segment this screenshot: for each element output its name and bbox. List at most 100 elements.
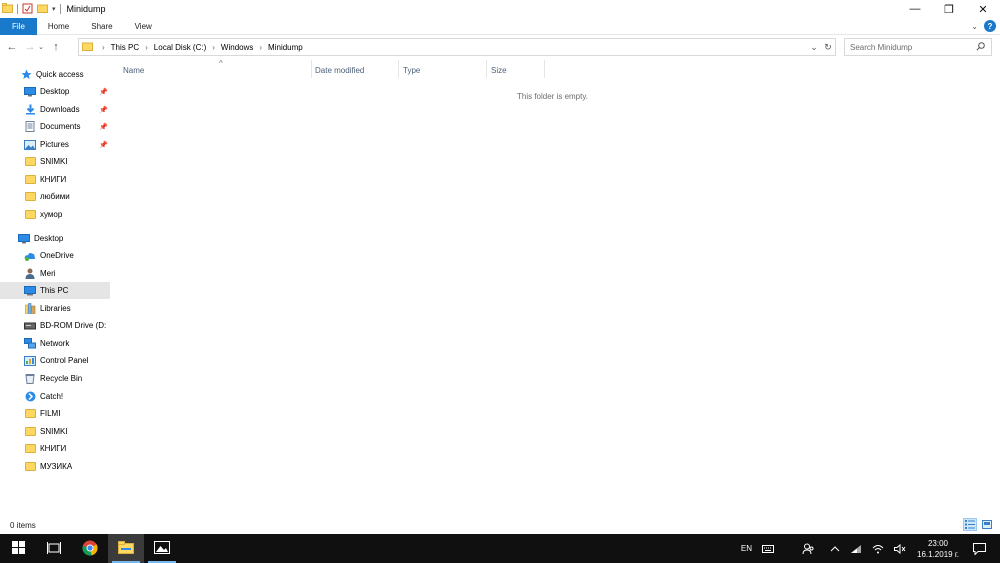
title-bar: ▾ Minidump — ❐ ✕ [0,0,1000,18]
nav-item-humor[interactable]: хумор [0,206,110,223]
folder-icon [24,156,36,167]
chevron-right-icon[interactable]: › [259,43,262,52]
nav-item-desktop-root[interactable]: Desktop [0,230,110,247]
nav-item-filmi[interactable]: FILMI [0,405,110,422]
navigation-pane: Quick access Desktop 📌 Downloads 📌 Docum… [0,58,110,516]
close-button[interactable]: ✕ [966,0,1000,18]
empty-folder-text: This folder is empty. [517,92,588,101]
chevron-right-icon[interactable]: › [145,43,148,52]
pin-icon[interactable]: 📌 [99,123,108,131]
nav-item-control-panel[interactable]: Control Panel [0,352,110,369]
recycle-bin-icon [24,373,36,384]
nav-item-documents[interactable]: Documents 📌 [0,118,110,135]
nav-item-quick-access[interactable]: Quick access [0,66,110,83]
properties-icon[interactable] [22,3,33,16]
documents-icon [24,121,36,132]
nav-item-this-pc[interactable]: This PC [0,282,110,299]
control-panel-icon [24,355,36,366]
people-icon[interactable] [797,543,819,555]
pin-icon[interactable]: 📌 [99,88,108,96]
pin-icon[interactable]: 📌 [99,141,108,149]
back-icon[interactable]: ← [6,41,18,53]
ribbon-tabs: File Home Share View ⌄ ? [0,17,1000,35]
folder-icon [24,461,36,472]
tab-home[interactable]: Home [37,18,80,35]
clock-time: 23:00 [927,538,949,548]
clock[interactable]: 23:00 16.1.2019 г. [911,538,965,560]
nav-item-recycle-bin[interactable]: Recycle Bin [0,370,110,387]
nav-item-label: Downloads [40,105,80,114]
breadcrumb-local-disk[interactable]: Local Disk (C:) [154,43,206,52]
tab-share[interactable]: Share [80,18,123,35]
folder-icon [24,426,36,437]
column-header-type[interactable]: Type [398,62,486,78]
keyboard-icon[interactable] [757,544,779,553]
column-header-name[interactable]: Name ^ [118,59,311,78]
chevron-right-icon[interactable]: › [102,43,105,52]
nav-item-label: Pictures [40,140,69,149]
tab-view[interactable]: View [124,18,163,35]
nav-item-snimki-2[interactable]: SNIMKI [0,423,110,440]
taskbar-chrome[interactable] [72,534,108,563]
nav-item-snimki[interactable]: SNIMKI [0,153,110,170]
show-hidden-icons-icon[interactable] [825,545,845,552]
recent-locations-icon[interactable]: ⌄ [38,43,44,51]
task-view-button[interactable] [36,534,72,563]
status-bar: 0 items [0,516,1000,534]
pin-icon[interactable]: 📌 [99,106,108,114]
large-icons-view-icon[interactable] [980,518,994,531]
nav-item-knigi-2[interactable]: КНИГИ [0,440,110,457]
column-label: Type [403,65,421,75]
column-label: Name [123,65,145,75]
divider [59,4,61,14]
start-button[interactable] [0,534,36,563]
new-folder-icon[interactable] [37,3,48,15]
column-header-date-modified[interactable]: Date modified [310,62,398,78]
wifi-icon[interactable] [867,544,889,554]
nav-item-label: OneDrive [40,251,74,260]
nav-item-lyubimi[interactable]: любими [0,188,110,205]
nav-item-knigi[interactable]: КНИГИ [0,171,110,188]
restore-button[interactable]: ❐ [932,0,966,18]
nav-item-downloads[interactable]: Downloads 📌 [0,101,110,118]
ribbon-right: ⌄ ? [971,20,996,32]
nav-item-bd-rom[interactable]: BD-ROM Drive (D: [0,317,110,334]
column-header-size[interactable]: Size [486,62,544,78]
details-view-icon[interactable] [963,518,977,531]
address-bar[interactable]: › This PC › Local Disk (C:) › Windows › … [78,38,836,56]
onedrive-icon [24,250,36,261]
expand-ribbon-icon[interactable]: ⌄ [971,22,978,31]
chevron-right-icon[interactable]: › [212,43,215,52]
nav-item-muzika[interactable]: МУЗИКА [0,458,110,475]
forward-icon[interactable]: → [24,41,36,53]
battery-wifi-icon[interactable] [845,544,867,554]
address-dropdown-icon[interactable]: ⌄ [807,42,821,53]
taskbar-file-explorer[interactable] [108,534,144,563]
nav-item-catch[interactable]: Catch! [0,388,110,405]
nav-item-desktop[interactable]: Desktop 📌 [0,83,110,100]
taskbar-photos[interactable] [144,534,180,563]
nav-item-meri[interactable]: Meri [0,265,110,282]
column-divider[interactable] [544,60,545,78]
search-box[interactable] [844,38,992,56]
tab-file[interactable]: File [0,17,37,35]
minimize-button[interactable]: — [898,0,932,18]
nav-item-libraries[interactable]: Libraries [0,300,110,317]
search-icon[interactable] [976,42,985,53]
language-indicator[interactable]: EN [736,544,757,553]
refresh-icon[interactable]: ↻ [821,42,835,53]
folder-icon [24,408,36,419]
up-icon[interactable]: ↑ [50,41,62,53]
help-icon[interactable]: ? [984,20,996,32]
action-center-icon[interactable] [965,542,1000,555]
nav-item-network[interactable]: Network [0,335,110,352]
customize-qat-icon[interactable]: ▾ [52,5,56,13]
nav-item-pictures[interactable]: Pictures 📌 [0,136,110,153]
search-input[interactable] [850,42,970,52]
pc-icon [24,285,36,296]
volume-muted-icon[interactable] [889,543,911,554]
nav-item-onedrive[interactable]: OneDrive [0,247,110,264]
breadcrumb-windows[interactable]: Windows [221,43,253,52]
breadcrumb-this-pc[interactable]: This PC [111,43,139,52]
breadcrumb-minidump[interactable]: Minidump [268,43,303,52]
